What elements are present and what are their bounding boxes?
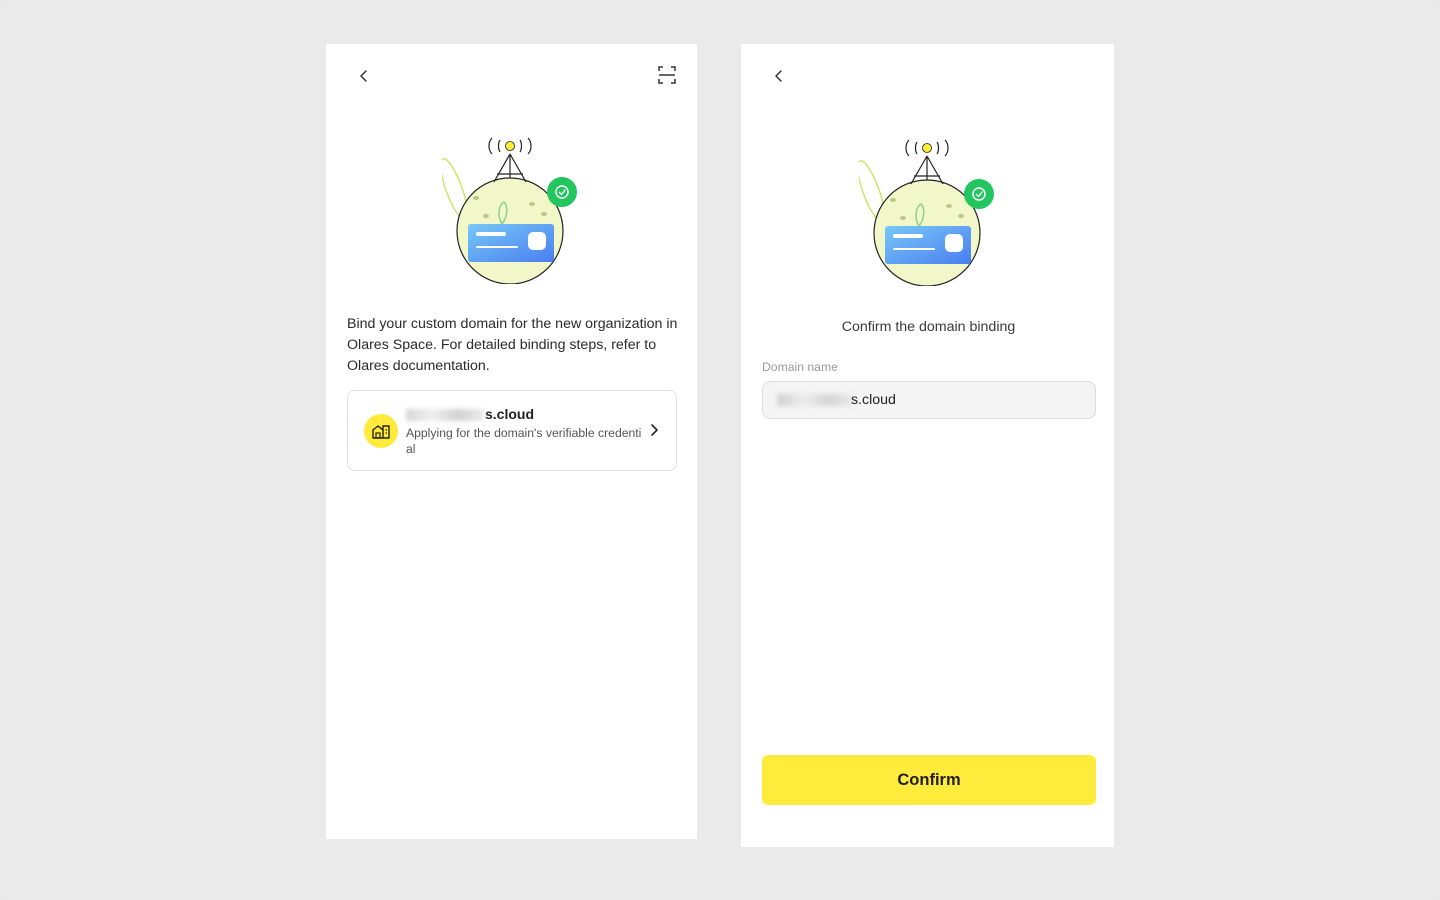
domain-illustration xyxy=(859,139,994,286)
confirm-button[interactable]: Confirm xyxy=(762,755,1096,805)
house-icon xyxy=(364,414,398,448)
scan-icon xyxy=(658,66,676,84)
domain-name-label: Domain name xyxy=(762,360,838,374)
chevron-right-icon xyxy=(646,422,662,438)
domain-card-subtitle: Applying for the domain's verifiable cre… xyxy=(406,426,642,456)
confirm-title: Confirm the domain binding xyxy=(841,319,1016,335)
intro-text: Bind your custom domain for the new orga… xyxy=(347,316,678,374)
redacted-text xyxy=(777,394,853,406)
domain-card-title: s.cloud xyxy=(406,406,534,422)
scan-button[interactable] xyxy=(654,62,680,88)
bind-domain-screen: Bind your custom domain for the new orga… xyxy=(326,44,697,839)
chevron-left-icon xyxy=(360,70,367,82)
domain-name-field[interactable] xyxy=(762,381,1096,419)
back-button[interactable] xyxy=(352,64,376,88)
domain-name-input[interactable] xyxy=(851,382,1081,418)
back-button[interactable] xyxy=(767,64,791,88)
chevron-left-icon xyxy=(775,70,782,82)
domain-illustration xyxy=(442,137,577,284)
desktop-background xyxy=(0,0,1440,900)
redacted-text xyxy=(406,409,484,422)
domain-card[interactable]: s.cloud Applying for the domain's verifi… xyxy=(347,390,677,471)
confirm-domain-screen: Confirm the domain binding Domain name C… xyxy=(741,44,1114,847)
